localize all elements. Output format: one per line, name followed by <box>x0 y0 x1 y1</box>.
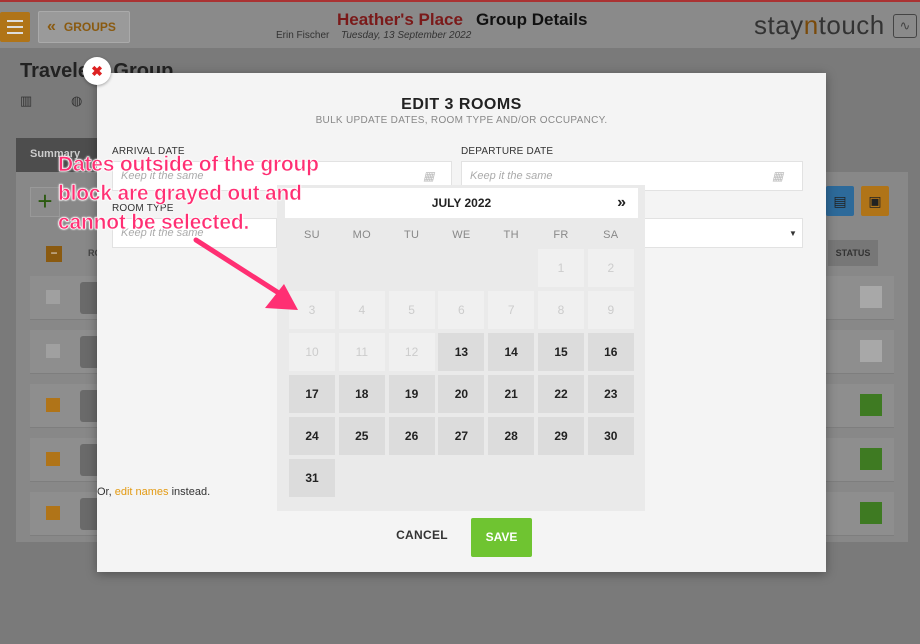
row-checkbox[interactable] <box>46 506 60 520</box>
weekday-label: SA <box>603 229 619 241</box>
calendar-day[interactable]: 17 <box>289 375 335 413</box>
weekday-label: TU <box>403 229 420 241</box>
calendar-day[interactable]: 25 <box>338 417 385 455</box>
groups-button-label: GROUPS <box>63 20 116 34</box>
calendar-icon: ▦ <box>423 169 435 183</box>
calendar-day[interactable]: 13 <box>438 333 485 371</box>
calendar-day[interactable]: 15 <box>538 333 584 371</box>
calendar-day-disabled: 2 <box>587 249 634 287</box>
row-checkbox[interactable] <box>46 344 60 358</box>
calendar-day-disabled: 10 <box>289 333 335 371</box>
occupancy-select[interactable]: ▼ <box>642 218 803 248</box>
annotation-text: Dates outside of the group block are gra… <box>58 153 320 235</box>
waveform-icon[interactable]: ∿ <box>893 14 917 38</box>
row-checkbox[interactable] <box>46 290 60 304</box>
calendar-day[interactable]: 29 <box>538 417 584 455</box>
status-badge <box>860 286 882 308</box>
calendar-day-disabled: 1 <box>538 249 584 287</box>
calendar-day-disabled: 8 <box>538 291 584 329</box>
calendar-day[interactable]: 19 <box>388 375 435 413</box>
calendar-day[interactable]: 27 <box>438 417 485 455</box>
print-icon[interactable]: ▣ <box>861 186 889 216</box>
status-column-header: STATUS <box>828 240 878 266</box>
cancel-button[interactable]: CANCEL <box>387 528 457 548</box>
calendar-day[interactable]: 28 <box>488 417 535 455</box>
departure-date-placeholder: Keep it the same <box>470 170 553 182</box>
double-chevron-right-icon[interactable]: » <box>617 188 626 218</box>
weekday-label: WE <box>452 229 471 241</box>
brand-logo: stayntouch <box>754 10 885 40</box>
edit-names-line: Or, edit names instead. <box>97 486 211 498</box>
calendar-day[interactable]: 21 <box>488 375 535 413</box>
top-bar: « GROUPS Heather's Place Group Details Er… <box>0 0 920 48</box>
calendar-day[interactable]: 22 <box>538 375 584 413</box>
calendar-day[interactable]: 14 <box>488 333 535 371</box>
calendar-day-disabled: 11 <box>338 333 385 371</box>
user-name: Erin Fischer <box>276 30 330 41</box>
hotel-name: Heather's Place <box>337 10 463 29</box>
business-date: Tuesday, 13 September 2022 <box>341 30 472 41</box>
deselect-all-checkbox[interactable]: − <box>46 246 62 262</box>
calendar-icon: ▦ <box>772 169 784 183</box>
calendar-day-disabled: 5 <box>388 291 435 329</box>
calendar-day-disabled: 9 <box>587 291 634 329</box>
status-badge <box>860 448 882 470</box>
calendar-day[interactable]: 16 <box>587 333 634 371</box>
departure-date-label: DEPARTURE DATE <box>461 146 554 157</box>
calendar-day-disabled: 6 <box>438 291 485 329</box>
page-title: Group Details <box>476 10 588 29</box>
calendar-day[interactable]: 30 <box>587 417 634 455</box>
caret-down-icon: ▼ <box>789 229 797 238</box>
calendar-day[interactable]: 31 <box>289 459 335 497</box>
weekday-label: TH <box>503 229 519 241</box>
calendar-day[interactable]: 18 <box>338 375 385 413</box>
globe-icon[interactable]: ◍ <box>71 93 82 109</box>
calendar-day-disabled: 7 <box>488 291 535 329</box>
month-label: JULY 2022 <box>431 196 492 210</box>
calendar-day[interactable]: 20 <box>438 375 485 413</box>
row-checkbox[interactable] <box>46 452 60 466</box>
calendar-day[interactable]: 24 <box>289 417 335 455</box>
calendar-day-disabled: 3 <box>289 291 335 329</box>
calendar-day[interactable]: 23 <box>587 375 634 413</box>
calendar-day-disabled: 12 <box>388 333 435 371</box>
modal-subtitle: BULK UPDATE DATES, ROOM TYPE AND/OR OCCU… <box>315 115 608 126</box>
modal-title: EDIT 3 ROOMS <box>401 96 522 113</box>
document-icon[interactable]: ▤ <box>826 186 854 216</box>
edit-names-link[interactable]: edit names <box>115 486 169 498</box>
status-badge <box>860 502 882 524</box>
calendar-day[interactable]: 26 <box>388 417 435 455</box>
building-icon[interactable]: ▥ <box>20 93 32 109</box>
groups-back-button[interactable]: « GROUPS <box>38 11 130 43</box>
calendar-day-disabled: 4 <box>338 291 385 329</box>
menu-button[interactable] <box>0 12 30 42</box>
row-checkbox[interactable] <box>46 398 60 412</box>
save-button[interactable]: SAVE <box>471 518 532 557</box>
close-icon[interactable]: ✖ <box>83 57 111 85</box>
status-badge <box>860 394 882 416</box>
weekday-label: FR <box>553 229 569 241</box>
status-badge <box>860 340 882 362</box>
double-chevron-left-icon: « <box>47 18 56 35</box>
add-room-button[interactable]: + <box>30 187 60 217</box>
